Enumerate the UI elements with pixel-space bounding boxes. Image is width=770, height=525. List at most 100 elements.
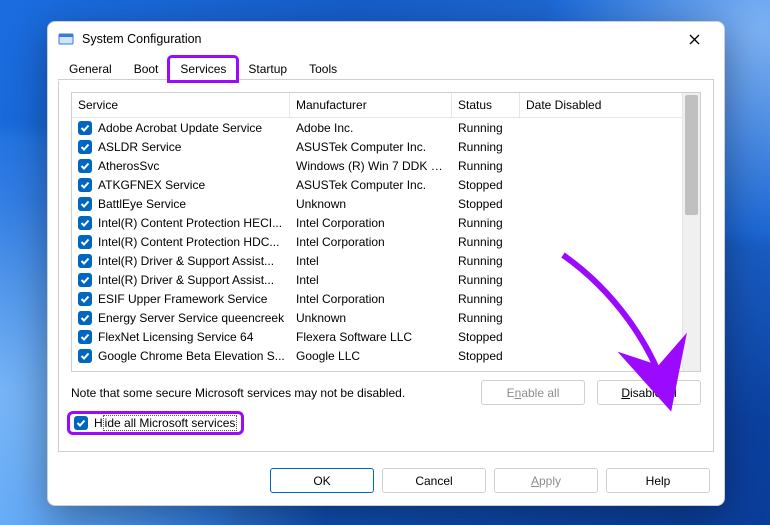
service-checkbox[interactable] — [78, 254, 92, 268]
status-cell: Stopped — [452, 175, 520, 194]
service-checkbox[interactable] — [78, 311, 92, 325]
service-name: Intel(R) Content Protection HDC... — [98, 235, 279, 249]
status-cell: Running — [452, 213, 520, 232]
service-name: FlexNet Licensing Service 64 — [98, 330, 253, 344]
titlebar[interactable]: System Configuration — [48, 22, 724, 56]
status-cell: Stopped — [452, 346, 520, 365]
service-checkbox[interactable] — [78, 216, 92, 230]
service-name: Energy Server Service queencreek — [98, 311, 284, 325]
grid-header[interactable]: Service Manufacturer Status Date Disable… — [72, 93, 682, 118]
help-button[interactable]: Help — [606, 468, 710, 493]
table-row[interactable]: BattlEye ServiceUnknownStopped — [72, 194, 682, 213]
manufacturer-cell: Flexera Software LLC — [290, 327, 452, 346]
table-row[interactable]: Adobe Acrobat Update ServiceAdobe Inc.Ru… — [72, 118, 682, 137]
service-checkbox[interactable] — [78, 235, 92, 249]
date-disabled-cell — [520, 201, 650, 206]
date-disabled-cell — [520, 334, 650, 339]
table-row[interactable]: FlexNet Licensing Service 64 Flexera Soft… — [72, 327, 682, 346]
grid-body[interactable]: Adobe Acrobat Update ServiceAdobe Inc.Ru… — [72, 118, 682, 371]
service-checkbox[interactable] — [78, 273, 92, 287]
service-checkbox[interactable] — [78, 349, 92, 363]
status-cell: Stopped — [452, 194, 520, 213]
status-cell: Running — [452, 270, 520, 289]
service-checkbox[interactable] — [78, 197, 92, 211]
hide-microsoft-highlight: Hide all Microsoft services — [71, 415, 240, 431]
vertical-scrollbar[interactable] — [682, 93, 700, 371]
ok-button[interactable]: OK — [270, 468, 374, 493]
col-date-disabled[interactable]: Date Disabled — [520, 93, 650, 117]
status-cell: Running — [452, 251, 520, 270]
date-disabled-cell — [520, 125, 650, 130]
table-row[interactable]: Energy Server Service queencreek UnknownR… — [72, 308, 682, 327]
manufacturer-cell: ASUSTek Computer Inc. — [290, 137, 452, 156]
manufacturer-cell: Google LLC — [290, 346, 452, 365]
table-row[interactable]: Google Chrome Beta Elevation S... Google … — [72, 346, 682, 365]
col-manufacturer[interactable]: Manufacturer — [290, 93, 452, 117]
cancel-button[interactable]: Cancel — [382, 468, 486, 493]
desktop-background: System Configuration General Boot Servic… — [0, 0, 770, 525]
close-button[interactable] — [674, 25, 714, 53]
service-name: ASLDR Service — [98, 140, 181, 154]
table-row[interactable]: AtherosSvc Windows (R) Win 7 DDK p...Runn… — [72, 156, 682, 175]
service-name: AtherosSvc — [98, 159, 159, 173]
tab-boot[interactable]: Boot — [123, 57, 170, 81]
status-cell: Running — [452, 232, 520, 251]
table-row[interactable]: ESIF Upper Framework ServiceIntel Corpor… — [72, 289, 682, 308]
manufacturer-cell: Adobe Inc. — [290, 118, 452, 137]
manufacturer-cell: Intel Corporation — [290, 289, 452, 308]
service-name: Intel(R) Driver & Support Assist... — [98, 254, 274, 268]
date-disabled-cell — [520, 353, 650, 358]
date-disabled-cell — [520, 220, 650, 225]
service-name: Google Chrome Beta Elevation S... — [98, 349, 285, 363]
status-cell: Stopped — [452, 327, 520, 346]
manufacturer-cell: Intel — [290, 270, 452, 289]
enable-all-button[interactable]: Enable all — [481, 380, 585, 405]
apply-button[interactable]: Apply — [494, 468, 598, 493]
table-row[interactable]: Intel(R) Driver & Support Assist...Intel… — [72, 251, 682, 270]
status-cell: Running — [452, 289, 520, 308]
tabstrip: General Boot Services Startup Tools — [48, 56, 724, 80]
scrollbar-thumb[interactable] — [685, 95, 698, 215]
date-disabled-cell — [520, 296, 650, 301]
service-name: ATKGFNEX Service — [98, 178, 205, 192]
service-checkbox[interactable] — [78, 330, 92, 344]
manufacturer-cell: Intel Corporation — [290, 213, 452, 232]
status-cell: Running — [452, 137, 520, 156]
date-disabled-cell — [520, 163, 650, 168]
date-disabled-cell — [520, 315, 650, 320]
tab-general[interactable]: General — [58, 57, 123, 81]
service-checkbox[interactable] — [78, 140, 92, 154]
hide-microsoft-label[interactable]: Hide all Microsoft services — [94, 416, 237, 430]
table-row[interactable]: Intel(R) Driver & Support Assist... Intel… — [72, 270, 682, 289]
manufacturer-cell: Unknown — [290, 194, 452, 213]
service-checkbox[interactable] — [78, 121, 92, 135]
service-checkbox[interactable] — [78, 292, 92, 306]
date-disabled-cell — [520, 239, 650, 244]
hide-microsoft-checkbox[interactable] — [74, 416, 88, 430]
manufacturer-cell: ASUSTek Computer Inc. — [290, 175, 452, 194]
disable-all-button[interactable]: Disable all — [597, 380, 701, 405]
service-checkbox[interactable] — [78, 178, 92, 192]
dialog-buttons: OK Cancel Apply Help — [48, 460, 724, 505]
date-disabled-cell — [520, 277, 650, 282]
col-status[interactable]: Status — [452, 93, 520, 117]
service-checkbox[interactable] — [78, 159, 92, 173]
table-row[interactable]: ATKGFNEX Service ASUSTek Computer Inc.Sto… — [72, 175, 682, 194]
col-service[interactable]: Service — [72, 93, 290, 117]
status-cell: Running — [452, 308, 520, 327]
close-icon — [689, 34, 700, 45]
tab-services[interactable]: Services — [169, 57, 237, 81]
manufacturer-cell: Unknown — [290, 308, 452, 327]
status-cell: Running — [452, 156, 520, 175]
service-name: Intel(R) Driver & Support Assist... — [98, 273, 274, 287]
table-row[interactable]: Intel(R) Content Protection HDC... Intel … — [72, 232, 682, 251]
table-row[interactable]: Intel(R) Content Protection HECI...Intel… — [72, 213, 682, 232]
tab-startup[interactable]: Startup — [237, 57, 298, 81]
manufacturer-cell: Windows (R) Win 7 DDK p... — [290, 156, 452, 175]
services-grid: Service Manufacturer Status Date Disable… — [71, 92, 701, 372]
tab-tools[interactable]: Tools — [298, 57, 348, 81]
secure-services-note: Note that some secure Microsoft services… — [71, 386, 469, 400]
manufacturer-cell: Intel Corporation — [290, 232, 452, 251]
system-configuration-window: System Configuration General Boot Servic… — [47, 21, 725, 506]
table-row[interactable]: ASLDR Service ASUSTek Computer Inc.Runnin… — [72, 137, 682, 156]
